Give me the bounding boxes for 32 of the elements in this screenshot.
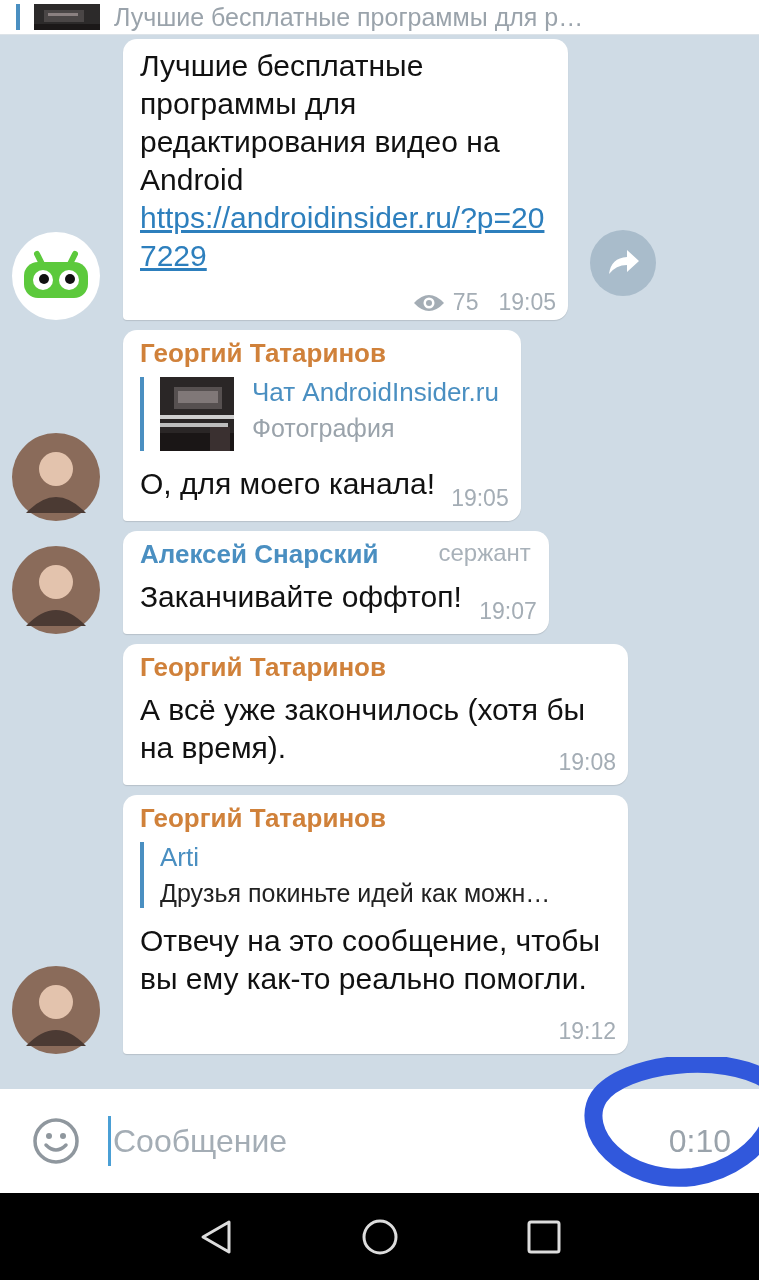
message-time: 19:05 [498, 289, 556, 316]
reply-author: Чат AndroidInsider.ru [252, 377, 499, 408]
message-link[interactable]: https://androidinsider.ru/?p=207229 [140, 199, 550, 275]
reply-author: Arti [160, 842, 200, 873]
message-time: 19:05 [451, 484, 509, 513]
eye-icon [412, 292, 445, 313]
author-name[interactable]: Георгий Татаринов [140, 803, 386, 834]
reply-quote[interactable]: Чат AndroidInsider.ru Фотография [140, 377, 503, 451]
emoji-button[interactable] [32, 1117, 80, 1165]
message-time: 19:08 [558, 748, 616, 777]
message-text: Лучшие бесплатные программы для редактирования видео на Android [140, 48, 501, 198]
user-avatar[interactable] [12, 966, 100, 1054]
reply-text: Фотография [252, 414, 396, 443]
author-name[interactable]: Георгий Татаринов [140, 652, 386, 683]
recent-apps-button[interactable] [525, 1218, 562, 1255]
channel-avatar[interactable] [12, 232, 100, 320]
message-time: 19:07 [479, 597, 537, 626]
recording-timer: 0:10 [668, 1122, 731, 1160]
reply-text: Друзья покиньте идей как можн… [160, 879, 551, 908]
message-time: 19:12 [558, 1017, 616, 1046]
author-name[interactable]: Алексей Снарский [140, 539, 379, 570]
member-title: сержант [438, 539, 531, 568]
pinned-message-bar[interactable]: Лучшие бесплатные программы для р… [0, 0, 759, 34]
message-field[interactable]: Сообщение [108, 1116, 669, 1166]
reply-quote[interactable]: Arti Друзья покиньте идей как можн… [140, 842, 610, 908]
author-name[interactable]: Георгий Татаринов [140, 338, 386, 369]
pinned-message-text: Лучшие бесплатные программы для р… [114, 2, 584, 32]
message-composer[interactable]: Сообщение 0:10 [0, 1089, 759, 1193]
home-button[interactable] [361, 1218, 398, 1255]
user-avatar[interactable] [12, 433, 100, 521]
view-count: 75 [452, 289, 479, 316]
user-avatar[interactable] [12, 546, 100, 634]
